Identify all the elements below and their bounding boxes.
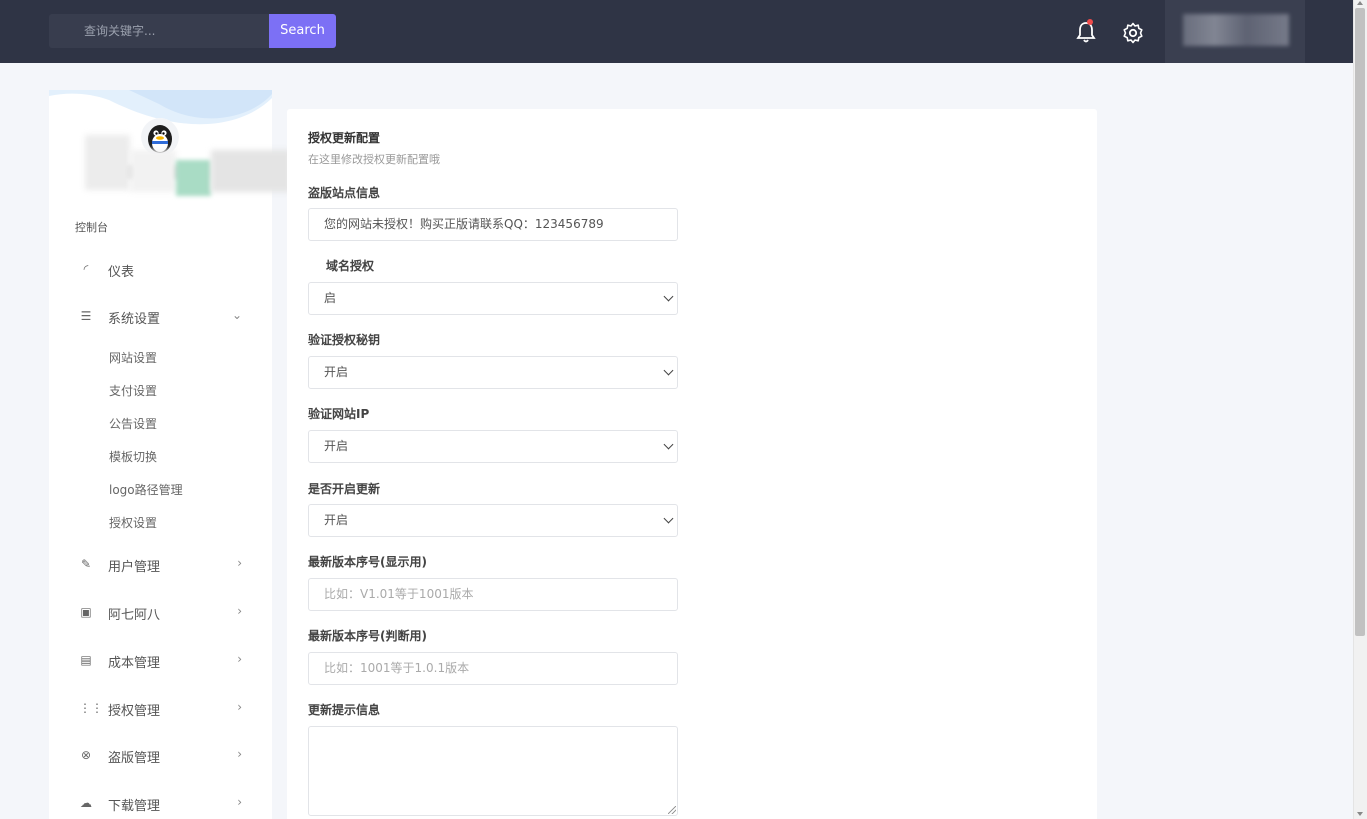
sidebar-item-system-settings[interactable]: ☰ 系统设置 ⌄ (49, 300, 272, 332)
submenu-item-logo-path[interactable]: logo路径管理 (109, 481, 183, 498)
notification-dot (1087, 19, 1093, 25)
field-label: 盗版站点信息 (308, 186, 381, 200)
search-button[interactable]: Search (269, 14, 336, 48)
field-label: 是否开启更新 (308, 482, 381, 496)
field-label: 更新提示信息 (308, 703, 381, 717)
sidebar-item-download-management[interactable]: ☁ 下载管理 › (49, 787, 272, 819)
field-label: 最新版本序号(判断用) (308, 629, 427, 643)
chevron-right-icon: › (237, 700, 242, 714)
scroll-down-arrow[interactable] (1357, 812, 1363, 816)
card-subtitle: 在这里修改授权更新配置哦 (308, 153, 440, 166)
scroll-up-arrow[interactable] (1357, 1, 1363, 5)
list-icon: ☰ (80, 309, 92, 323)
section-label: 控制台 (75, 221, 108, 234)
sidebar-item-user-management[interactable]: ✎ 用户管理 › (49, 548, 272, 580)
display-version-input[interactable]: 比如：V1.01等于1001版本 (308, 578, 678, 611)
submenu-item-auth-settings[interactable]: 授权设置 (109, 514, 157, 531)
bell-icon[interactable] (1075, 20, 1097, 44)
chevron-down-icon: ⌄ (231, 308, 242, 322)
piracy-message-input[interactable]: 您的网站未授权！购买正版请联系QQ：123456789 (308, 208, 678, 241)
resize-handle[interactable] (668, 806, 676, 814)
field-label: 验证网站IP (308, 407, 370, 421)
scrollbar-thumb[interactable] (1355, 8, 1365, 636)
chevron-down-icon (663, 365, 674, 376)
submenu-item-payment-settings[interactable]: 支付设置 (109, 382, 157, 399)
username-blurred (1183, 14, 1289, 46)
field-label: 最新版本序号(显示用) (308, 555, 427, 569)
domain-auth-select[interactable]: 启 (308, 282, 678, 315)
edit-icon: ✎ (80, 557, 92, 571)
money-icon: ▤ (80, 653, 92, 667)
field-label: 域名授权 (326, 259, 375, 273)
chevron-right-icon: › (237, 604, 242, 618)
chevron-down-icon (663, 439, 674, 450)
privacy-blur (211, 150, 291, 192)
chevron-right-icon: › (237, 795, 242, 809)
privacy-blur (85, 135, 130, 190)
judge-version-input[interactable]: 比如：1001等于1.0.1版本 (308, 652, 678, 685)
card-title: 授权更新配置 (308, 131, 381, 145)
search-input[interactable]: 查询关键字... (49, 14, 269, 48)
cloud-download-icon: ☁ (80, 796, 92, 810)
top-navbar: 查询关键字... Search (0, 0, 1353, 63)
gear-icon[interactable] (1121, 21, 1145, 45)
submenu-item-template-switch[interactable]: 模板切换 (109, 448, 157, 465)
chevron-down-icon (663, 291, 674, 302)
enable-update-select[interactable]: 开启 (308, 504, 678, 537)
sidebar-item-piracy-management[interactable]: ⊗ 盗版管理 › (49, 739, 272, 771)
grid-icon: ⋮⋮ (79, 701, 103, 715)
field-label: 验证授权秘钥 (308, 333, 381, 347)
calendar-icon: ▣ (80, 605, 92, 619)
user-menu[interactable] (1165, 0, 1305, 63)
settings-card: 授权更新配置 在这里修改授权更新配置哦 盗版站点信息 您的网站未授权！购买正版请… (287, 109, 1097, 819)
sidebar-item-aqiaba[interactable]: ▣ 阿七阿八 › (49, 596, 272, 628)
sidebar-item-license-management[interactable]: ⋮⋮ 授权管理 › (49, 692, 272, 724)
sidebar-item-cost-management[interactable]: ▤ 成本管理 › (49, 644, 272, 676)
chevron-right-icon: › (237, 747, 242, 761)
verify-ip-select[interactable]: 开启 (308, 430, 678, 463)
privacy-blur (130, 150, 176, 192)
sidebar-item-dashboard[interactable]: ◜ 仪表 (49, 253, 272, 285)
close-circle-icon: ⊗ (80, 748, 92, 762)
chevron-down-icon (663, 513, 674, 524)
chevron-right-icon: › (237, 652, 242, 666)
verify-key-select[interactable]: 开启 (308, 356, 678, 389)
chevron-right-icon: › (237, 556, 242, 570)
privacy-blur (176, 160, 211, 196)
update-message-textarea[interactable] (308, 726, 678, 816)
sidebar: 控制台 ◜ 仪表 ☰ 系统设置 ⌄ 网站设置 支付设置 公告设置 模板切换 lo… (49, 90, 272, 819)
submenu-item-site-settings[interactable]: 网站设置 (109, 349, 157, 366)
submenu-item-notice-settings[interactable]: 公告设置 (109, 415, 157, 432)
dashboard-icon: ◜ (83, 262, 89, 276)
